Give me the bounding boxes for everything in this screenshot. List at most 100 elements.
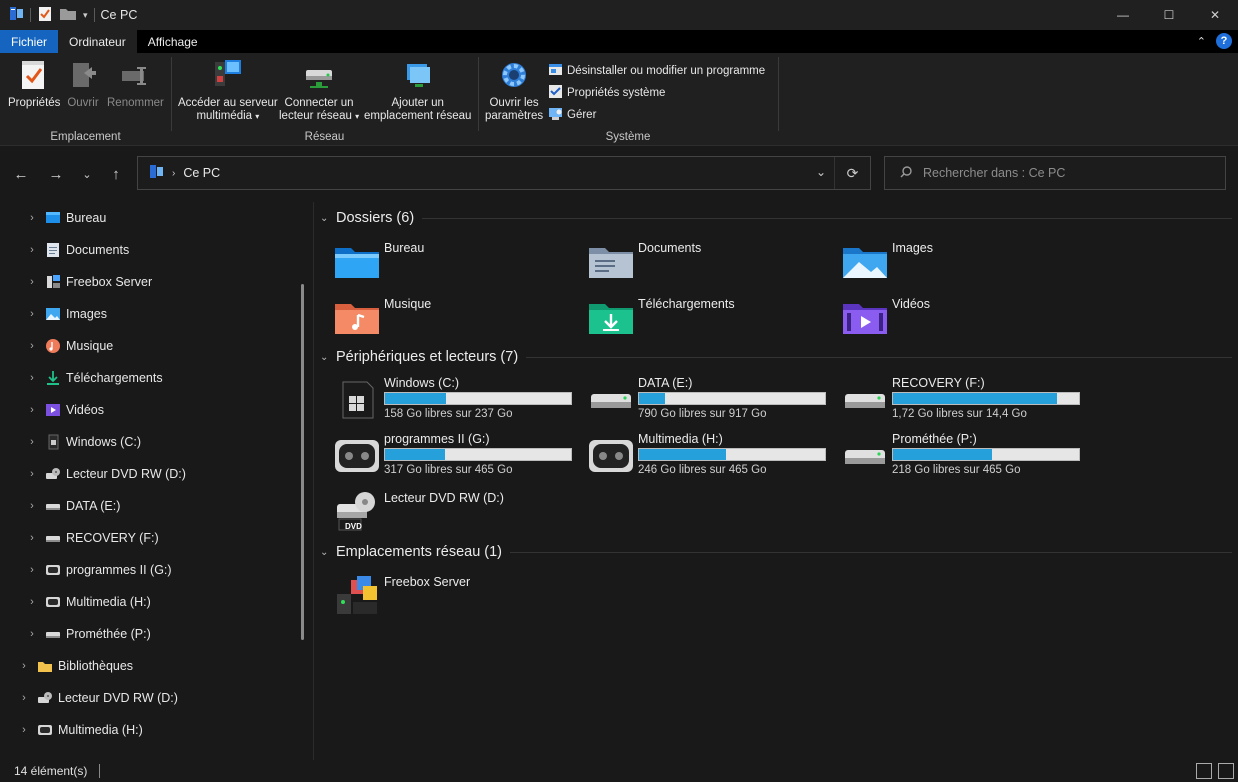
refresh-icon[interactable]: ⟳ bbox=[834, 157, 870, 189]
new-folder-qat-icon[interactable] bbox=[59, 6, 77, 25]
title-bar: ▾ Ce PC — ☐ ✕ bbox=[0, 0, 1238, 30]
network-tile-freebox-server[interactable]: Freebox Server bbox=[333, 572, 470, 620]
expand-chevron-icon[interactable]: › bbox=[18, 692, 30, 704]
free-space-text: 1,72 Go libres sur 14,4 Go bbox=[892, 408, 1027, 420]
sidebar-item-data-e[interactable]: › DATA (E:) bbox=[26, 494, 120, 518]
minimize-button[interactable]: — bbox=[1100, 0, 1146, 30]
this-pc-icon[interactable] bbox=[8, 6, 24, 25]
system-properties-button[interactable]: Propriétés système bbox=[548, 84, 665, 102]
folder-tile-musique[interactable]: Musique bbox=[333, 294, 431, 342]
tab-computer[interactable]: Ordinateur bbox=[58, 30, 137, 53]
downloads-folder-icon bbox=[587, 294, 635, 342]
sidebar-item-label: Freebox Server bbox=[66, 275, 153, 289]
sidebar-item-label: Documents bbox=[66, 243, 130, 257]
tab-view[interactable]: Affichage bbox=[137, 30, 209, 53]
media-server-icon bbox=[45, 274, 61, 290]
manage-button[interactable]: Gérer bbox=[548, 106, 596, 124]
drive-tile-programmes-ii-g[interactable]: programmes II (G:) 317 Go libres sur 465 … bbox=[333, 432, 572, 480]
back-arrow-icon[interactable]: ← bbox=[11, 164, 31, 184]
capacity-bar bbox=[892, 448, 1080, 461]
expand-chevron-icon[interactable]: › bbox=[26, 532, 38, 544]
dvd-drive-tile[interactable]: DVD Lecteur DVD RW (D:) bbox=[333, 488, 504, 536]
up-arrow-icon[interactable]: ↑ bbox=[106, 164, 126, 184]
sidebar-item-multimedia-h[interactable]: › Multimedia (H:) bbox=[26, 590, 151, 614]
sidebar-item-programmes-ii-g[interactable]: › programmes II (G:) bbox=[26, 558, 171, 582]
sidebar-item-promethee-p[interactable]: › Prométhée (P:) bbox=[26, 622, 151, 646]
expand-chevron-icon[interactable]: › bbox=[26, 628, 38, 640]
computer-management-icon bbox=[548, 106, 563, 124]
sidebar-root-multimedia-h[interactable]: › Multimedia (H:) bbox=[18, 718, 143, 742]
folder-tile-bureau[interactable]: Bureau bbox=[333, 238, 424, 286]
collapse-chevron-icon[interactable]: ⌄ bbox=[320, 213, 332, 224]
qat-dropdown-icon[interactable]: ▾ bbox=[83, 10, 88, 21]
details-view-icon[interactable] bbox=[1196, 763, 1212, 779]
maximize-button[interactable]: ☐ bbox=[1146, 0, 1192, 30]
drive-tile-promethee-p[interactable]: Prométhée (P:) 218 Go libres sur 465 Go bbox=[841, 432, 1080, 480]
group-header-folders[interactable]: ⌄ Dossiers (6) bbox=[320, 210, 1232, 226]
expand-chevron-icon[interactable]: › bbox=[26, 212, 38, 224]
expand-chevron-icon[interactable]: › bbox=[26, 436, 38, 448]
ribbon: Propriétés Ouvrir Renommer Emplacement A… bbox=[0, 53, 1238, 146]
expand-chevron-icon[interactable]: › bbox=[26, 404, 38, 416]
sidebar-item-telechargements[interactable]: › Téléchargements bbox=[26, 366, 163, 390]
sidebar-item-videos[interactable]: › Vidéos bbox=[26, 398, 104, 422]
expand-chevron-icon[interactable]: › bbox=[26, 308, 38, 320]
folder-tile-documents[interactable]: Documents bbox=[587, 238, 701, 286]
sidebar-item-lecteur-dvd-rw-d[interactable]: › Lecteur DVD RW (D:) bbox=[26, 462, 186, 486]
search-input[interactable] bbox=[923, 166, 1213, 180]
folder-tile-videos[interactable]: Vidéos bbox=[841, 294, 930, 342]
sidebar-item-documents[interactable]: › Documents bbox=[26, 238, 129, 262]
folder-tile-telechargements[interactable]: Téléchargements bbox=[587, 294, 735, 342]
close-button[interactable]: ✕ bbox=[1192, 0, 1238, 30]
uninstall-program-button[interactable]: Désinstaller ou modifier un programme bbox=[548, 62, 765, 80]
expand-chevron-icon[interactable]: › bbox=[26, 244, 38, 256]
sidebar-item-freebox-server[interactable]: › Freebox Server bbox=[26, 270, 152, 294]
tab-file[interactable]: Fichier bbox=[0, 30, 59, 53]
collapse-chevron-icon[interactable]: ⌄ bbox=[320, 547, 332, 558]
folder-tile-images[interactable]: Images bbox=[841, 238, 933, 286]
sidebar-item-bureau[interactable]: › Bureau bbox=[26, 206, 106, 230]
desktop-folder-icon bbox=[333, 238, 381, 286]
sidebar-item-label: Lecteur DVD RW (D:) bbox=[58, 691, 178, 705]
expand-chevron-icon[interactable]: › bbox=[26, 500, 38, 512]
breadcrumb[interactable]: Ce PC bbox=[183, 166, 220, 180]
drive-tile-recovery-f[interactable]: RECOVERY (F:) 1,72 Go libres sur 14,4 Go bbox=[841, 376, 1080, 424]
properties-qat-icon[interactable] bbox=[37, 6, 53, 25]
drive-tile-data-e[interactable]: DATA (E:) 790 Go libres sur 917 Go bbox=[587, 376, 826, 424]
expand-chevron-icon[interactable]: › bbox=[26, 372, 38, 384]
scrollbar[interactable] bbox=[301, 284, 304, 640]
collapse-chevron-icon[interactable]: ⌄ bbox=[320, 352, 332, 363]
collapse-ribbon-icon[interactable]: ⌃ bbox=[1197, 35, 1206, 48]
search-box[interactable] bbox=[884, 156, 1226, 190]
expand-chevron-icon[interactable]: › bbox=[26, 596, 38, 608]
expand-chevron-icon[interactable]: › bbox=[18, 660, 30, 672]
large-icons-view-icon[interactable] bbox=[1218, 763, 1234, 779]
expand-chevron-icon[interactable]: › bbox=[26, 340, 38, 352]
group-header-network[interactable]: ⌄ Emplacements réseau (1) bbox=[320, 544, 1232, 560]
expand-chevron-icon[interactable]: › bbox=[18, 724, 30, 736]
expand-chevron-icon[interactable]: › bbox=[26, 564, 38, 576]
recent-locations-chevron-icon[interactable]: ⌄ bbox=[77, 164, 97, 184]
address-dropdown-icon[interactable]: ⌄ bbox=[816, 165, 826, 179]
address-bar[interactable]: › Ce PC ⌄ ⟳ bbox=[137, 156, 871, 190]
forward-arrow-icon[interactable]: → bbox=[46, 164, 66, 184]
open-settings-button[interactable]: Ouvrir les paramètres bbox=[485, 58, 543, 123]
capacity-bar bbox=[892, 392, 1080, 405]
free-space-text: 790 Go libres sur 917 Go bbox=[638, 408, 767, 420]
drive-tile-multimedia-h[interactable]: Multimedia (H:) 246 Go libres sur 465 Go bbox=[587, 432, 826, 480]
sidebar-root-bibliotheques[interactable]: › Bibliothèques bbox=[18, 654, 133, 678]
group-header-drives[interactable]: ⌄ Périphériques et lecteurs (7) bbox=[320, 349, 1232, 365]
capacity-bar bbox=[384, 392, 572, 405]
expand-chevron-icon[interactable]: › bbox=[26, 276, 38, 288]
sidebar-item-label: Bureau bbox=[66, 211, 107, 225]
sidebar-root-lecteur-dvd-rw-d[interactable]: › Lecteur DVD RW (D:) bbox=[18, 686, 178, 710]
expand-chevron-icon[interactable]: › bbox=[26, 468, 38, 480]
sidebar-item-images[interactable]: › Images bbox=[26, 302, 107, 326]
dvd-badge: DVD bbox=[345, 522, 362, 531]
sidebar-item-recovery-f[interactable]: › RECOVERY (F:) bbox=[26, 526, 158, 550]
sidebar-item-windows-c[interactable]: › Windows (C:) bbox=[26, 430, 141, 454]
drive-tile-windows-c[interactable]: Windows (C:) 158 Go libres sur 237 Go bbox=[333, 376, 572, 424]
help-icon[interactable]: ? bbox=[1216, 33, 1232, 49]
breadcrumb-separator-icon[interactable]: › bbox=[172, 168, 175, 179]
sidebar-item-musique[interactable]: › Musique bbox=[26, 334, 113, 358]
